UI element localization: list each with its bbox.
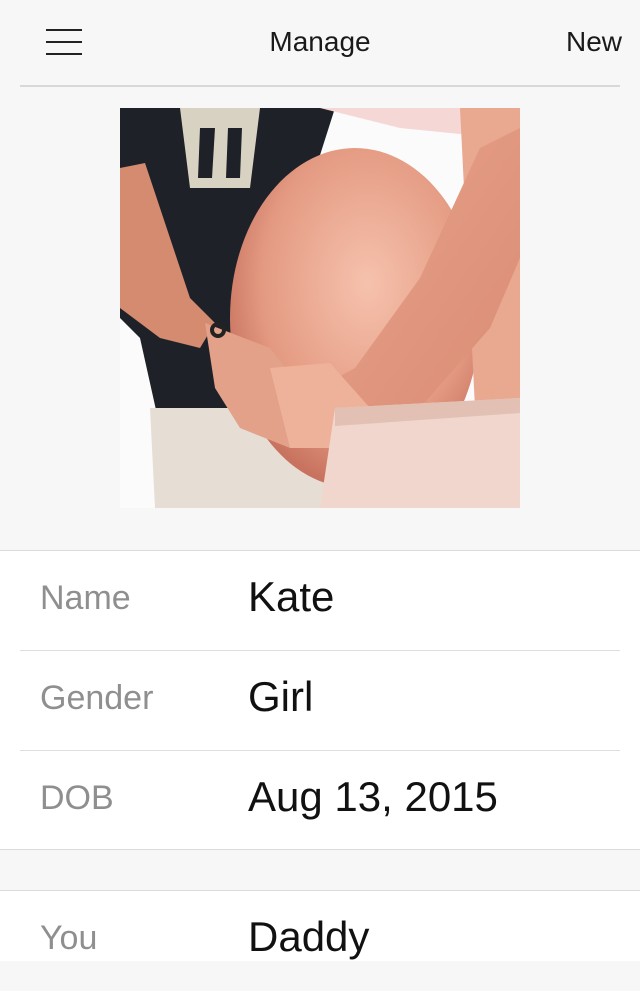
baby-photo[interactable] <box>120 108 520 508</box>
gender-value[interactable]: Girl <box>248 673 313 721</box>
dob-row[interactable]: DOB Aug 13, 2015 <box>0 751 640 851</box>
baby-details-card: Name Kate Gender Girl DOB Aug 13, 2015 <box>0 550 640 850</box>
gender-row[interactable]: Gender Girl <box>0 651 640 751</box>
relation-value[interactable]: Daddy <box>248 913 369 961</box>
dob-label: DOB <box>40 779 114 817</box>
relation-card: You Daddy <box>0 890 640 961</box>
name-value[interactable]: Kate <box>248 573 334 621</box>
new-button[interactable]: New <box>566 26 622 58</box>
relation-label: You <box>40 919 98 957</box>
name-label: Name <box>40 579 131 617</box>
dob-value[interactable]: Aug 13, 2015 <box>248 773 498 821</box>
top-bar: Manage New <box>0 0 640 87</box>
header-divider <box>20 85 620 87</box>
relation-row[interactable]: You Daddy <box>0 891 640 991</box>
name-row[interactable]: Name Kate <box>0 551 640 651</box>
photo-illustration <box>120 108 520 508</box>
page-title: Manage <box>269 26 371 57</box>
gender-label: Gender <box>40 679 154 717</box>
